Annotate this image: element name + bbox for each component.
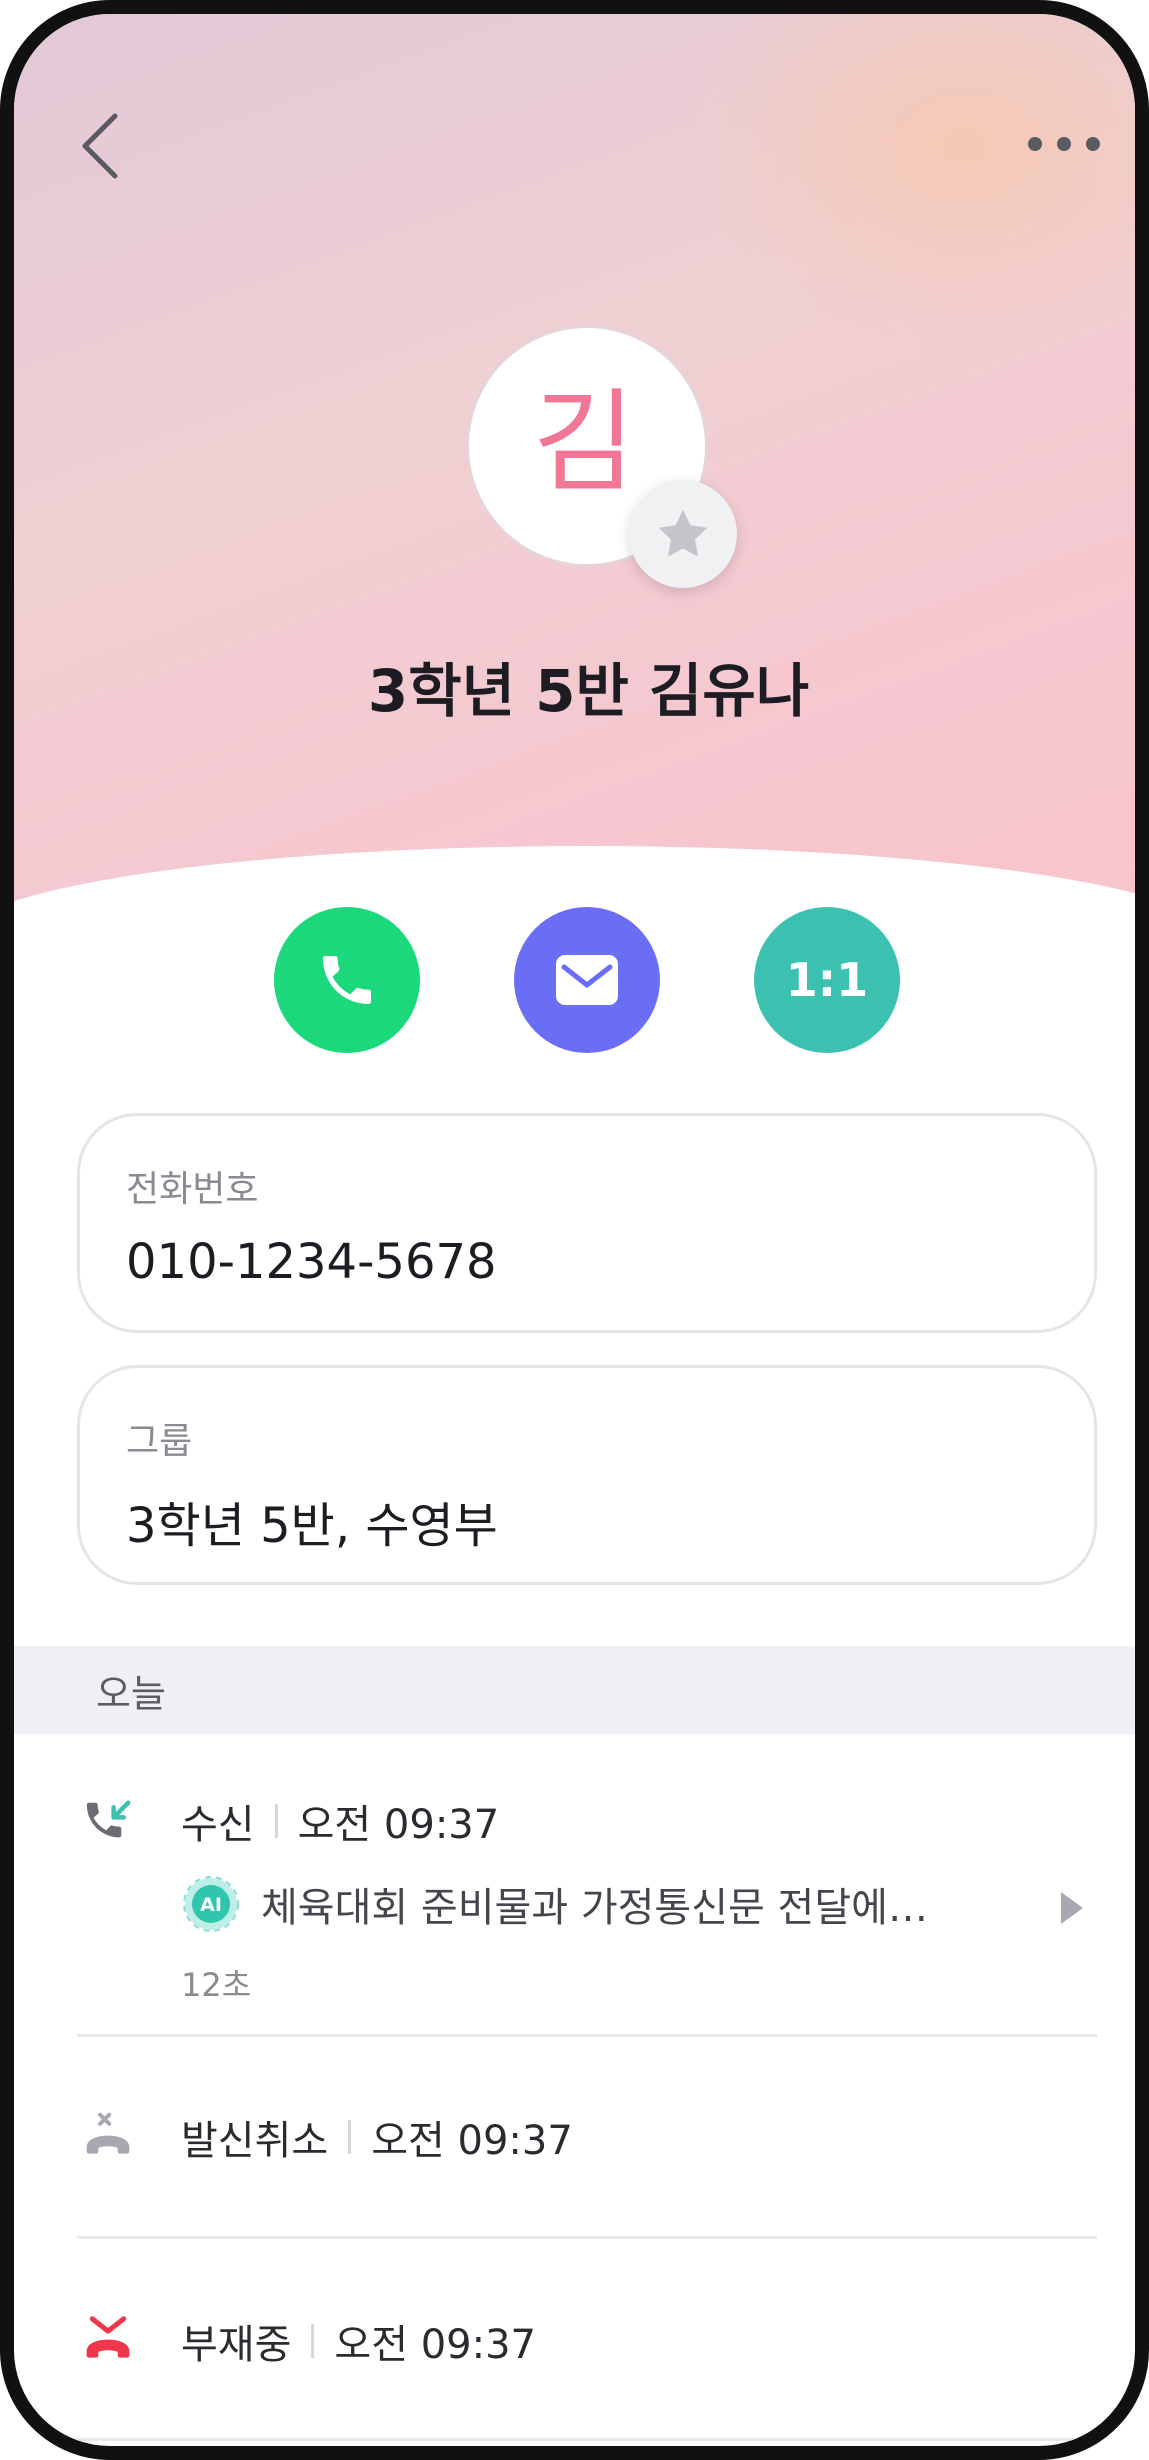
divider (77, 2236, 1097, 2239)
call-header: 수신 오전 09:37 (181, 1792, 499, 1850)
separator (348, 2120, 352, 2154)
call-type: 수신 (181, 1802, 255, 1848)
call-history-item[interactable]: 수신 오전 09:37 AI 체육대회 준비물과 가정통신문 전달에… 12초 (77, 1792, 1097, 2004)
mail-icon (556, 955, 618, 1005)
history-section-header: 오늘 (14, 1646, 1135, 1734)
call-header: 부재중 오전 09:37 (181, 2312, 536, 2370)
phone-icon (323, 956, 371, 1004)
group-value: 3학년 5반, 수영부 (126, 1498, 498, 1554)
ai-summary-row[interactable]: AI 체육대회 준비물과 가정통신문 전달에… (181, 1874, 1081, 1934)
call-button[interactable] (274, 907, 420, 1053)
divider (77, 2034, 1097, 2037)
call-history-item[interactable]: 부재중 오전 09:37 (77, 2312, 1097, 2372)
divider (77, 2438, 1097, 2441)
missed-call-icon (86, 2316, 130, 2358)
more-dots-icon (1028, 137, 1100, 151)
ai-summary-text: 체육대회 준비물과 가정통신문 전달에… (261, 1885, 928, 1931)
back-button[interactable] (64, 102, 134, 190)
cancelled-call-icon (86, 2112, 130, 2154)
favorite-button[interactable] (629, 480, 737, 588)
star-icon (658, 509, 708, 557)
history-section-title: 오늘 (96, 1671, 166, 1716)
incoming-call-icon (86, 1800, 131, 1838)
phone-frame: 김 3학년 5반 김유나 1:1 전화번호 010-1234-5678 그룹 3… (0, 0, 1149, 2460)
ai-summary-icon: AI (183, 1876, 239, 1932)
call-header: 발신취소 오전 09:37 (181, 2108, 573, 2166)
avatar-initial: 김 (532, 378, 636, 508)
phone-number-label: 전화번호 (126, 1169, 259, 1210)
contact-name: 3학년 5반 김유나 (367, 657, 810, 725)
call-time: 오전 09:37 (297, 1802, 500, 1848)
back-arrow-icon (82, 113, 118, 179)
call-time: 오전 09:37 (334, 2322, 536, 2368)
play-icon[interactable] (1057, 1888, 1087, 1928)
separator (311, 2324, 315, 2358)
phone-number-card[interactable]: 전화번호 010-1234-5678 (77, 1113, 1097, 1333)
call-type: 부재중 (181, 2322, 292, 2368)
call-history-item[interactable]: 발신취소 오전 09:37 (77, 2108, 1097, 2168)
call-time: 오전 09:37 (371, 2118, 573, 2164)
group-card[interactable]: 그룹 3학년 5반, 수영부 (77, 1365, 1097, 1585)
one-to-one-chat-button[interactable]: 1:1 (754, 907, 900, 1053)
more-options-button[interactable] (1014, 114, 1114, 174)
call-duration: 12초 (181, 1966, 252, 2004)
svg-text:AI: AI (200, 1894, 222, 1916)
group-label: 그룹 (126, 1421, 193, 1462)
message-button[interactable] (514, 907, 660, 1053)
chat-button-label: 1:1 (785, 953, 869, 1007)
separator (274, 1804, 278, 1838)
call-type: 발신취소 (181, 2118, 329, 2164)
phone-number-value[interactable]: 010-1234-5678 (126, 1234, 1094, 1290)
